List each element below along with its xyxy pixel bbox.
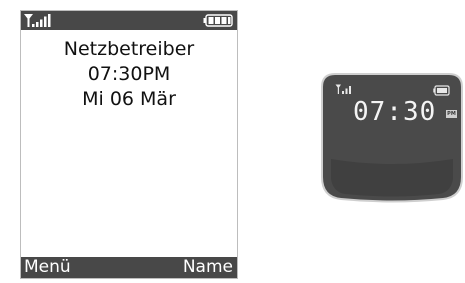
clock-time: 07:30PM	[87, 63, 171, 85]
battery-full-icon	[203, 14, 233, 27]
softkey-menu[interactable]: Menü	[24, 257, 71, 278]
network-operator: Netzbetreiber	[63, 38, 195, 60]
clock-date: Mi 06 Mär	[82, 88, 176, 110]
battery-icon	[433, 85, 450, 96]
external-clock-time: 07:30	[353, 97, 437, 127]
softkey-name[interactable]: Name	[183, 257, 233, 278]
signal-strength-icon	[335, 84, 351, 94]
softkey-bar: Menü Name	[21, 257, 237, 278]
status-bar	[21, 11, 237, 30]
external-ampm-indicator: PM	[446, 110, 457, 118]
external-display: 07:30 PM	[321, 73, 463, 204]
main-display: Netzbetreiber 07:30PM Mi 06 Mär Menü Nam…	[20, 10, 238, 279]
idle-info: Netzbetreiber 07:30PM Mi 06 Mär	[21, 37, 237, 112]
signal-strength-icon	[24, 14, 51, 27]
